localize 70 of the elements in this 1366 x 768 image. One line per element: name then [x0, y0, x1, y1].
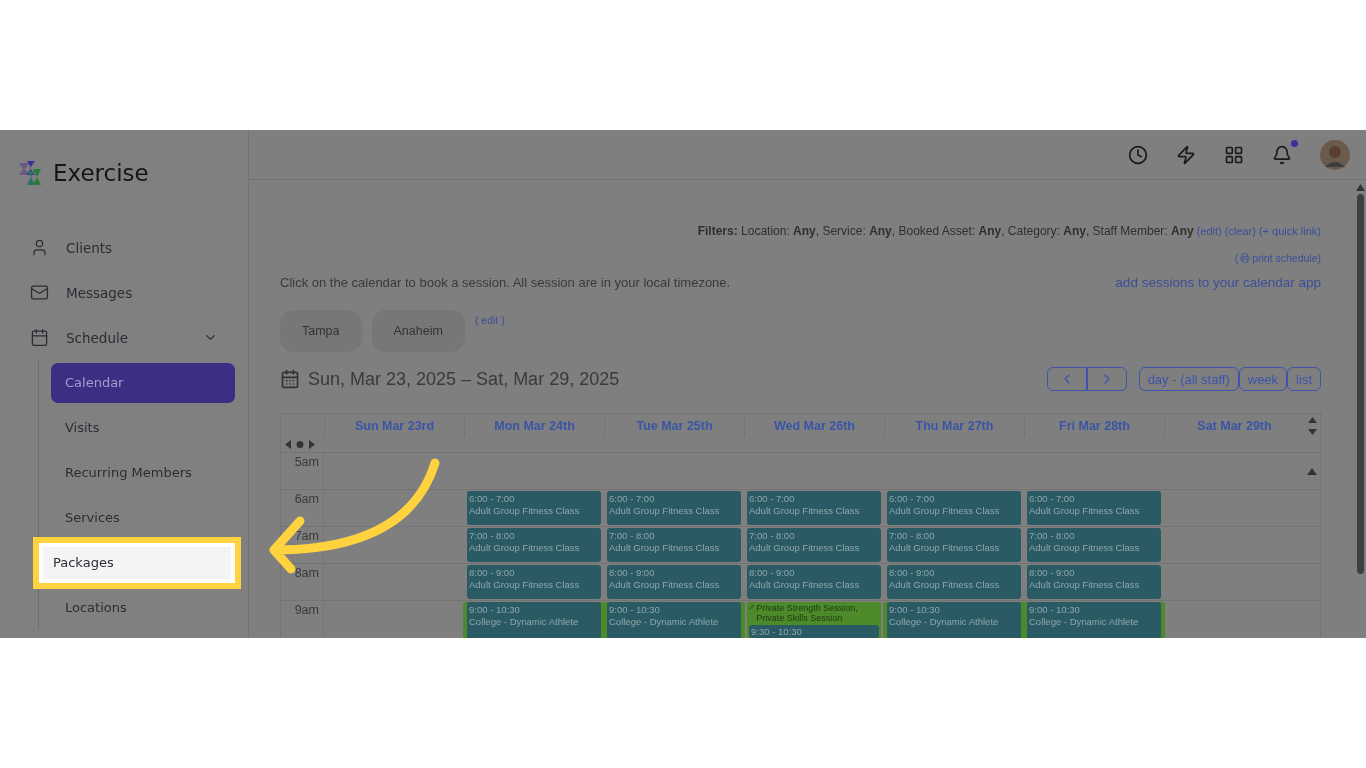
day-header: Tue Mar 25th	[604, 414, 744, 437]
event-block[interactable]: 7:00 - 8:00 Adult Group Fitness Class	[607, 528, 741, 562]
calendar-icon	[30, 328, 49, 347]
print-schedule-link[interactable]: ( print schedule)	[1234, 252, 1321, 264]
sidebar-subitem[interactable]: Recurring Members	[51, 452, 235, 493]
sidebar-subitem[interactable]: Services	[51, 497, 235, 538]
event-block[interactable]: 8:00 - 9:00 Adult Group Fitness Class	[1027, 565, 1161, 599]
view-button[interactable]: week	[1238, 367, 1288, 391]
previous-button[interactable]	[1046, 367, 1087, 391]
scroll-up-icon[interactable]	[1356, 184, 1365, 191]
event-block[interactable]: 7:00 - 8:00 Adult Group Fitness Class	[747, 528, 881, 562]
event-block[interactable]: 6:00 - 7:00 Adult Group Fitness Class	[747, 491, 881, 525]
event-block[interactable]: 6:00 - 7:00 Adult Group Fitness Class	[1027, 491, 1161, 525]
time-label: 6am	[281, 490, 324, 526]
person-icon	[30, 238, 49, 257]
filter-link[interactable]: (clear)	[1224, 225, 1256, 237]
day-header: Mon Mar 24th	[464, 414, 604, 437]
event-block[interactable]: 7:00 - 8:00 Adult Group Fitness Class	[467, 528, 601, 562]
sidebar-item[interactable]: Schedule	[0, 315, 248, 360]
scroll-arrows-icon[interactable]	[1307, 415, 1317, 436]
filter-link[interactable]: (+ quick link)	[1258, 225, 1321, 237]
event-block[interactable]: 8:00 - 9:00 Adult Group Fitness Class	[747, 565, 881, 599]
event-block[interactable]: 7:00 - 8:00 Adult Group Fitness Class	[1027, 528, 1161, 562]
filter-link[interactable]: (edit)	[1196, 225, 1222, 237]
lightning-icon[interactable]	[1176, 144, 1196, 165]
date-range: Sun, Mar 23, 2025 – Sat, Mar 29, 2025	[308, 368, 621, 390]
mail-icon	[30, 283, 49, 302]
event-block[interactable]: 8:00 - 9:00 Adult Group Fitness Class	[607, 565, 741, 599]
time-label: 9am	[281, 601, 324, 638]
event-block[interactable]: 6:00 - 7:00 Adult Group Fitness Class	[887, 491, 1021, 525]
view-button[interactable]: day - (all staff)	[1138, 367, 1239, 391]
sidebar-item[interactable]: Clients	[0, 225, 248, 270]
logo-icon	[17, 158, 43, 187]
filters-text: Filters: Location: Any, Service: Any, Booked Asset: Any, Category: Any, Staff Member: Any	[697, 224, 1194, 238]
next-button[interactable]	[1086, 367, 1127, 391]
day-header: Sat Mar 29th	[1164, 414, 1304, 437]
day-header: Sun Mar 23rd	[324, 414, 464, 437]
sidebar-item[interactable]: Messages	[0, 270, 248, 315]
sidebar-subitem[interactable]: Visits	[51, 407, 235, 448]
event-block[interactable]: 8:00 - 9:00 Adult Group Fitness Class	[467, 565, 601, 599]
event-block[interactable]: 7:00 - 8:00 Adult Group Fitness Class	[887, 528, 1021, 562]
time-nav-icon[interactable]	[285, 440, 315, 449]
calendar-icon	[280, 369, 300, 389]
info-text: Click on the calendar to book a session. All session are in your local timezone.	[280, 275, 731, 290]
time-label: 5am	[281, 453, 324, 489]
location-button[interactable]: Anaheim	[371, 310, 465, 352]
sidebar-subitem[interactable]: Locations	[51, 587, 235, 628]
day-header: Thu Mar 27th	[884, 414, 1024, 437]
pencil-icon	[749, 603, 755, 611]
sidebar-subitem[interactable]: Calendar	[51, 362, 235, 403]
bell-icon[interactable]	[1272, 144, 1292, 165]
view-button[interactable]: list	[1287, 367, 1321, 391]
scroll-up-icon[interactable]	[1307, 467, 1317, 475]
clock-icon[interactable]	[1128, 144, 1148, 165]
time-label: 8am	[281, 564, 324, 600]
printer-icon	[1240, 253, 1251, 263]
event-group-block[interactable]: Private Strength Session, Private Skills Session 9:30 - 10:30	[747, 602, 881, 638]
event-block[interactable]: 6:00 - 7:00 Adult Group Fitness Class	[607, 491, 741, 525]
avatar[interactable]	[1320, 139, 1350, 170]
calendar-app-link[interactable]: add sessions to your calendar app	[1115, 275, 1321, 290]
scrollbar-thumb[interactable]	[1357, 194, 1364, 574]
apps-grid-icon[interactable]	[1224, 144, 1244, 165]
event-block[interactable]: 8:00 - 9:00 Adult Group Fitness Class	[887, 565, 1021, 599]
day-header: Wed Mar 26th	[744, 414, 884, 437]
day-header: Fri Mar 28th	[1024, 414, 1164, 437]
edit-locations-link[interactable]: ( edit )	[474, 314, 505, 326]
location-button[interactable]: Tampa	[280, 310, 362, 352]
app-name: Exercise	[53, 159, 149, 186]
time-label: 7am	[281, 527, 324, 563]
event-block[interactable]: 6:00 - 7:00 Adult Group Fitness Class	[467, 491, 601, 525]
